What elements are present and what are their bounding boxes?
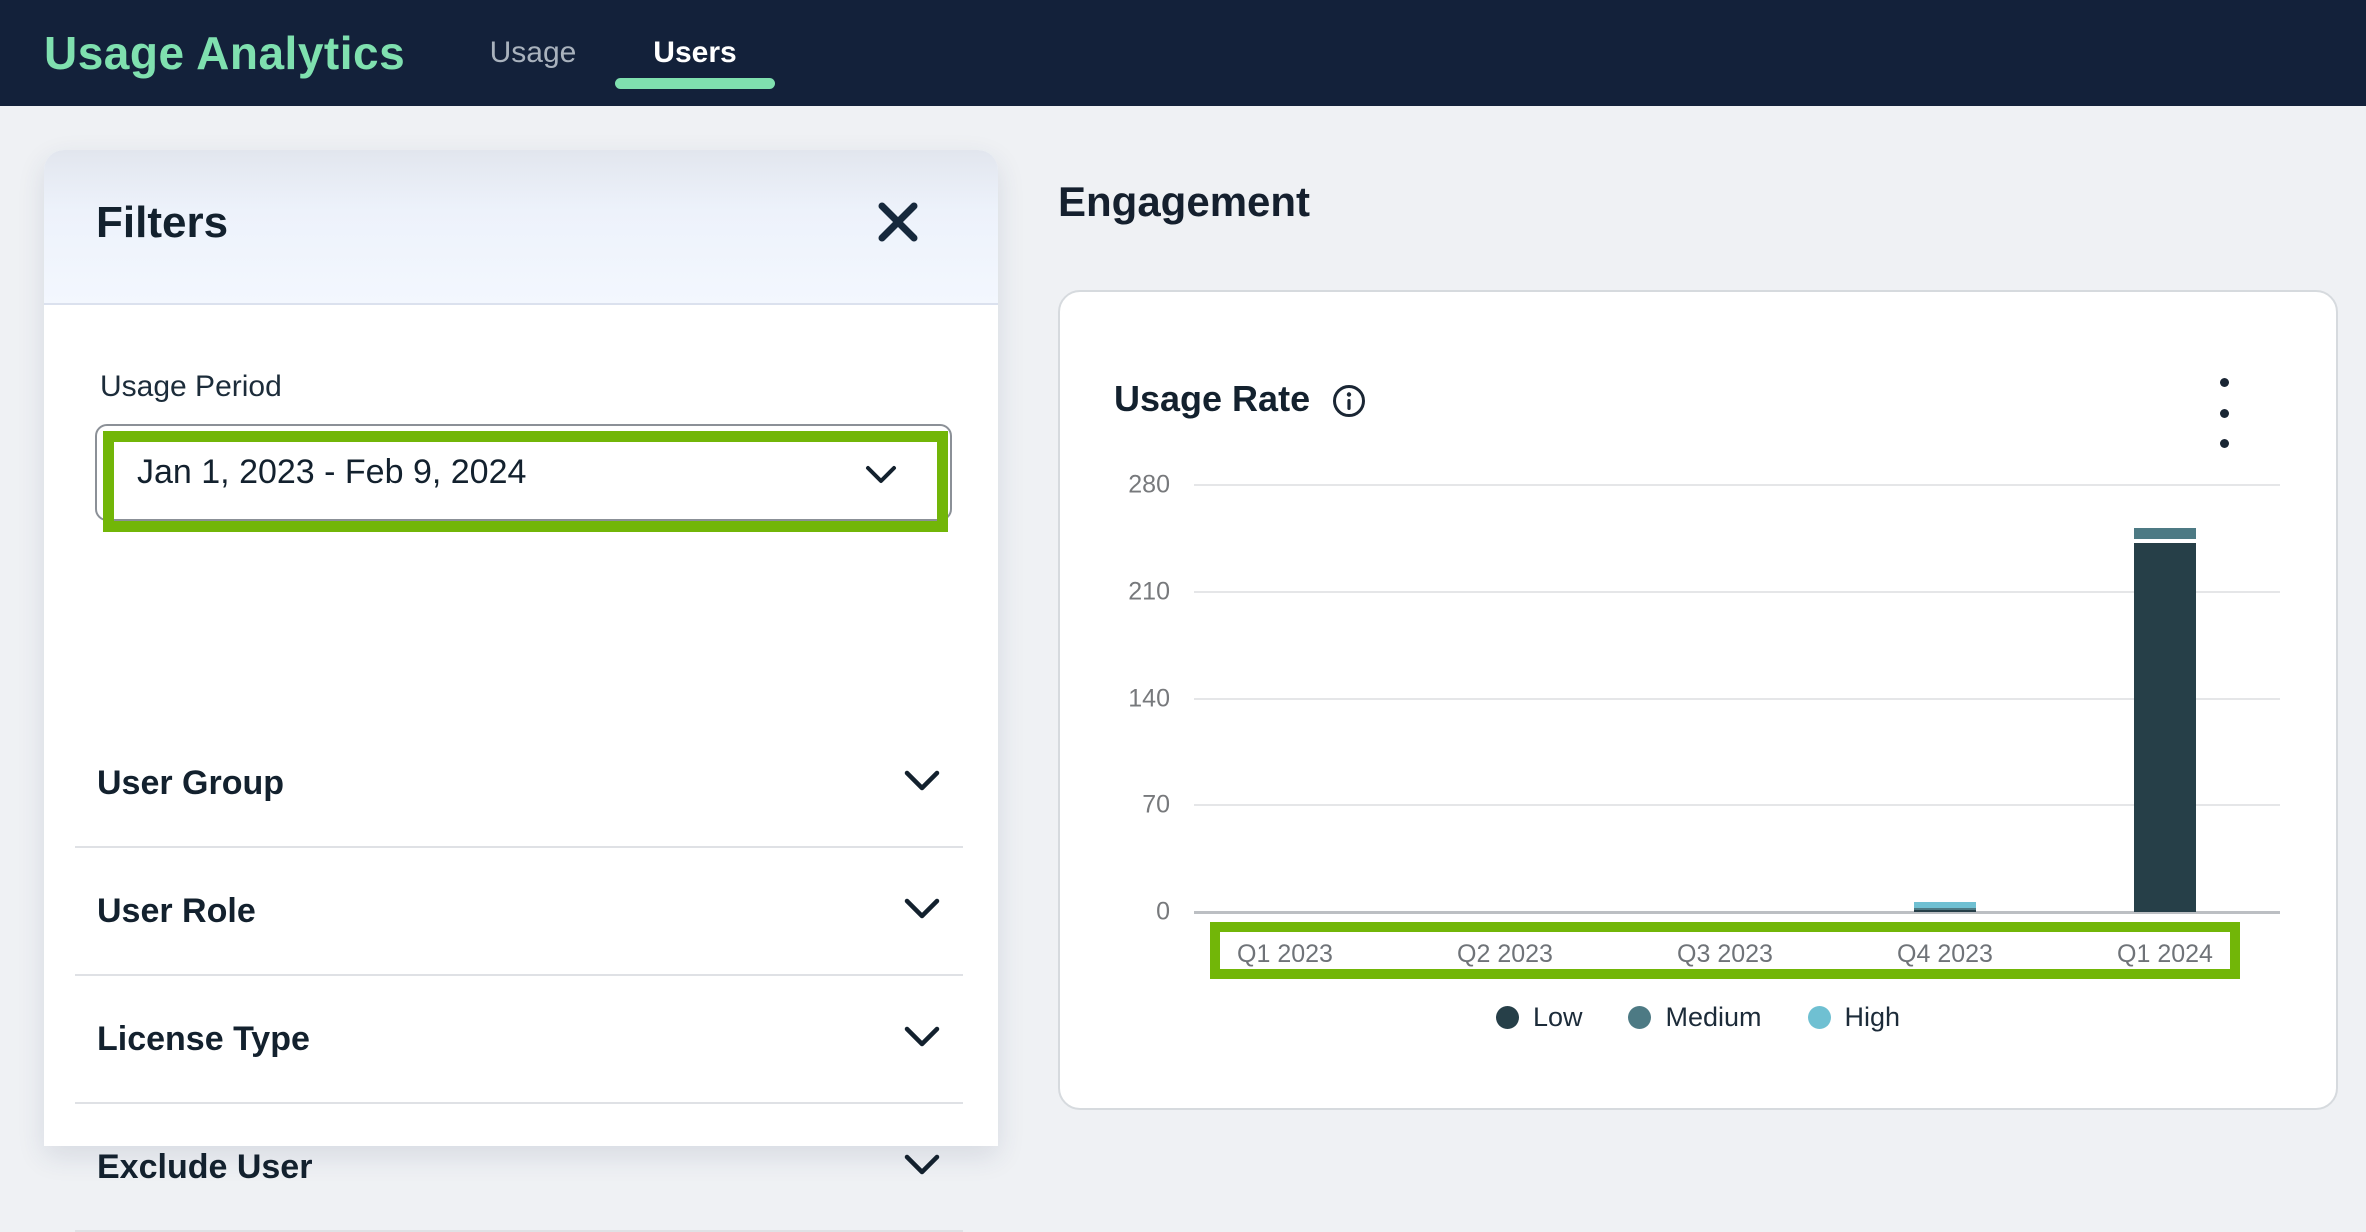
- app-title: Usage Analytics: [44, 26, 405, 80]
- filter-section-user-role[interactable]: User Role: [75, 848, 963, 976]
- bar-segment-medium[interactable]: [2134, 528, 2196, 543]
- filter-section-user-group[interactable]: User Group: [75, 720, 963, 848]
- legend-label: Medium: [1665, 1002, 1761, 1033]
- active-tab-indicator: [615, 78, 775, 89]
- filter-section-label: Exclude User: [97, 1148, 312, 1187]
- chevron-down-icon: [903, 769, 941, 798]
- y-axis-tick-label: 210: [1090, 577, 1170, 606]
- filter-section-label: User Group: [97, 764, 284, 803]
- bar-segment-medium[interactable]: [1914, 908, 1976, 910]
- bar-segment-high[interactable]: [1914, 902, 1976, 908]
- bar-segment-low[interactable]: [2134, 543, 2196, 912]
- filters-panel: Filters Usage Period Jan 1, 2023 - Feb 9…: [44, 150, 998, 1146]
- engagement-heading: Engagement: [1058, 178, 1310, 226]
- chevron-down-icon: [864, 464, 898, 491]
- filter-section-label: User Role: [97, 892, 256, 931]
- x-axis-label: Q3 2023: [1625, 940, 1825, 969]
- legend-swatch-icon: [1628, 1006, 1651, 1029]
- gridline-210: [1194, 591, 2280, 593]
- usage-rate-chart: 0 70 140 210 280 Q1 2023 Q2 2023 Q3 2023 Q4 2023…: [1060, 292, 2336, 1108]
- legend-item-medium[interactable]: Medium: [1628, 1002, 1761, 1033]
- x-axis-label: Q4 2023: [1845, 940, 2045, 969]
- x-axis-label: Q1 2024: [2065, 940, 2265, 969]
- legend-swatch-icon: [1496, 1006, 1519, 1029]
- legend-item-high[interactable]: High: [1808, 1002, 1901, 1033]
- y-axis-tick-label: 70: [1090, 791, 1170, 820]
- bar-segment-low[interactable]: [1914, 910, 1976, 912]
- filters-header: Filters: [44, 150, 998, 305]
- filter-section-exclude-user[interactable]: Exclude User: [75, 1104, 963, 1232]
- chevron-down-icon: [903, 897, 941, 926]
- y-axis-tick-label: 280: [1090, 471, 1170, 500]
- usage-period-value: Jan 1, 2023 - Feb 9, 2024: [137, 453, 526, 492]
- top-navbar: Usage Analytics Usage Users: [0, 0, 2366, 106]
- y-axis-tick-label: 0: [1090, 898, 1170, 927]
- tab-users[interactable]: Users: [615, 0, 775, 106]
- gridline-140: [1194, 698, 2280, 700]
- filter-section-license-type[interactable]: License Type: [75, 976, 963, 1104]
- tab-usage[interactable]: Usage: [468, 0, 598, 106]
- chart-legend: Low Medium High: [1060, 997, 2336, 1037]
- legend-item-low[interactable]: Low: [1496, 1002, 1583, 1033]
- gridline-70: [1194, 804, 2280, 806]
- chevron-down-icon: [903, 1153, 941, 1182]
- filters-title: Filters: [96, 198, 228, 248]
- x-axis-label: Q2 2023: [1405, 940, 1605, 969]
- x-axis-label: Q1 2023: [1185, 940, 1385, 969]
- legend-label: Low: [1533, 1002, 1583, 1033]
- gridline-0: [1194, 911, 2280, 914]
- filter-sections: User Group User Role License Type Exclud…: [75, 720, 963, 1232]
- close-icon[interactable]: [870, 194, 926, 250]
- legend-swatch-icon: [1808, 1006, 1831, 1029]
- filter-section-label: License Type: [97, 1020, 310, 1059]
- y-axis-tick-label: 140: [1090, 684, 1170, 713]
- legend-label: High: [1845, 1002, 1901, 1033]
- usage-period-label: Usage Period: [100, 370, 282, 404]
- chevron-down-icon: [903, 1025, 941, 1054]
- usage-period-select[interactable]: Jan 1, 2023 - Feb 9, 2024: [95, 424, 952, 521]
- usage-rate-card: Usage Rate 070140210280Q1 2023Q2 2023Q3 …: [1058, 290, 2338, 1110]
- gridline-280: [1194, 484, 2280, 486]
